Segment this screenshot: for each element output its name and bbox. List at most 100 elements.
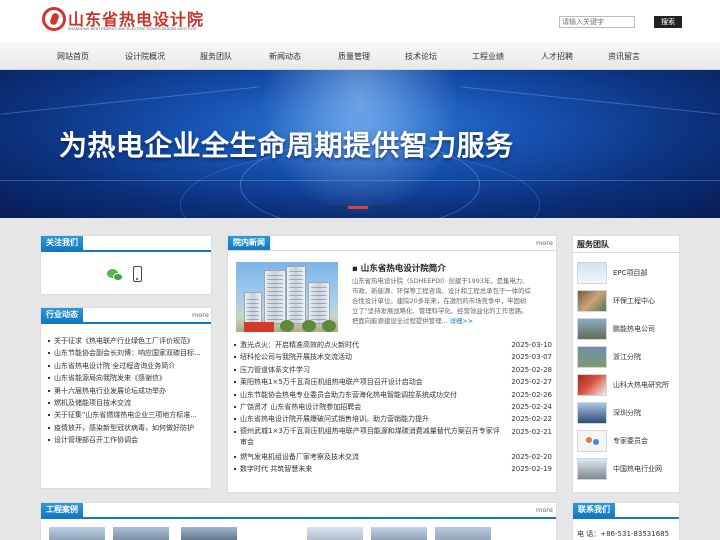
search-input[interactable] bbox=[559, 16, 635, 28]
list-item[interactable]: 关于征求《热电联产行业绿色工厂评价规范》 bbox=[48, 335, 208, 347]
institute-building-photo[interactable] bbox=[236, 262, 338, 332]
nav-home[interactable]: 网站首页 bbox=[57, 51, 89, 62]
table-row[interactable]: 纽科伦公司与我院开展技术交流活动 2025-03-07 bbox=[234, 351, 552, 363]
list-item[interactable]: 山东节能协会副会长刘博：响应国家双碳目标... bbox=[48, 347, 208, 359]
list-item[interactable]: 疫情放开，感染新型冠状病毒，如何做好防护 bbox=[48, 422, 208, 434]
news-item-date: 2025-02-28 bbox=[511, 365, 552, 374]
industry-more-link[interactable]: more bbox=[192, 311, 209, 319]
table-row[interactable]: 压力管道体系文件学习 2025-02-28 bbox=[234, 364, 552, 376]
intro-detail-link[interactable]: 详细>> bbox=[450, 317, 474, 325]
nav-forum[interactable]: 技术论坛 bbox=[405, 51, 437, 62]
person-icon bbox=[586, 437, 592, 443]
news-item-title: 燃气发电机组设备厂家考察及技术交流 bbox=[240, 452, 359, 461]
service-item-zhejiang[interactable]: 浙江分院 bbox=[577, 346, 681, 368]
news-item-date: 2025-02-20 bbox=[511, 452, 552, 461]
intro-title-text: 山东省热电设计院简介 bbox=[360, 264, 446, 274]
main-nav: 网站首页 设计院概况 服务团队 新闻动态 质量管理 技术论坛 工程业绩 人才招聘… bbox=[0, 42, 720, 70]
table-row[interactable]: 山东节能协会热电专业委员会助力东营海化热电智能调控系统成功交付 2025-02-2… bbox=[234, 389, 552, 401]
service-label: 专家委员会 bbox=[613, 437, 648, 445]
photo-building bbox=[308, 282, 330, 324]
list-item[interactable]: 山东省热电设计院 全过程咨询业务简介 bbox=[48, 360, 208, 372]
news-item-date: 2025-03-10 bbox=[511, 341, 552, 349]
news-more-link[interactable]: more bbox=[536, 239, 553, 247]
contact-title: 联系我们 bbox=[573, 503, 615, 517]
shenzhen-thumbnail bbox=[577, 402, 607, 424]
cases-title: 工程案例 bbox=[41, 503, 83, 517]
banner-dot[interactable] bbox=[392, 206, 412, 209]
table-row[interactable]: 激光点火：开启精准高效的点火新时代 2025-03-10 bbox=[234, 339, 552, 351]
list-item[interactable]: 山东省能源局向我院发来《感谢信》 bbox=[48, 372, 208, 384]
case-thumbnail[interactable] bbox=[181, 527, 237, 540]
intro-title[interactable]: ▪ 山东省热电设计院简介 bbox=[352, 262, 446, 274]
logo-flame-icon bbox=[42, 7, 66, 31]
list-item[interactable]: 关于征集"山东省燃煤热电企业三项地方标准... bbox=[48, 409, 208, 421]
epc-thumbnail bbox=[577, 262, 607, 284]
nav-overview[interactable]: 设计院概况 bbox=[125, 51, 165, 62]
environmental-thumbnail bbox=[577, 290, 607, 312]
service-item-experts[interactable]: 专家委员会 bbox=[577, 430, 681, 452]
news-item-title: 广饶贤才 山东省热电设计院参加招聘会 bbox=[240, 402, 362, 411]
panel-rule bbox=[41, 322, 211, 324]
nav-projects[interactable]: 工程业绩 bbox=[472, 51, 504, 62]
person-icon bbox=[593, 439, 599, 445]
service-label: 深圳分院 bbox=[613, 409, 641, 417]
phone-number: +86-531-83531685 bbox=[600, 530, 670, 538]
nav-service-team[interactable]: 服务团队 bbox=[200, 51, 232, 62]
service-item-pengneng[interactable]: 鹏能热电公司 bbox=[577, 318, 681, 340]
service-item-epc[interactable]: EPC项目部 bbox=[577, 262, 681, 284]
banner-light-line bbox=[460, 86, 720, 115]
news-item-title: 山东节能协会热电专业委员会助力东营海化热电智能调控系统成功交付 bbox=[240, 390, 457, 399]
news-title: 院内新闻 bbox=[228, 236, 270, 250]
banner-dot[interactable] bbox=[326, 206, 346, 209]
site-header: 山东省热电设计院 SHANDONG HEAT ENERGY AND ELECTR… bbox=[0, 0, 720, 42]
banner-dot[interactable] bbox=[370, 206, 390, 209]
service-item-environmental[interactable]: 环保工程中心 bbox=[577, 290, 681, 312]
nav-news[interactable]: 新闻动态 bbox=[269, 51, 301, 62]
case-thumbnail[interactable] bbox=[307, 527, 363, 540]
list-item[interactable]: 第十六届热电行业发展论坛成功举办 bbox=[48, 385, 208, 397]
table-row[interactable]: 数字时代 共筑智慧未来 2025-02-19 bbox=[234, 463, 552, 475]
nav-quality[interactable]: 质量管理 bbox=[338, 51, 370, 62]
phone-label: 电 话： bbox=[577, 530, 601, 538]
table-row[interactable]: 山东省热电设计院开展爆破问式销售培训。助力营销能力提升 2025-02-22 bbox=[234, 413, 552, 425]
photo-building bbox=[244, 292, 262, 324]
internal-news-panel: 院内新闻 more ▪ 山东省热电设计院简介 山东省热电设计院（SDHEEPDI… bbox=[227, 235, 557, 493]
panel-rule bbox=[228, 250, 556, 251]
photo-tree bbox=[322, 320, 336, 332]
photo-tree bbox=[302, 320, 316, 332]
panel-rule bbox=[41, 517, 556, 519]
pengneng-thumbnail bbox=[577, 318, 607, 340]
case-thumbnail[interactable] bbox=[371, 527, 427, 540]
table-row[interactable]: 燃气发电机组设备厂家考察及技术交流 2025-02-20 bbox=[234, 451, 552, 463]
news-item-title: 数字时代 共筑智慧未来 bbox=[240, 464, 313, 473]
mobile-phone-icon[interactable] bbox=[133, 266, 142, 282]
follow-title: 关注我们 bbox=[41, 236, 83, 250]
service-label: EPC项目部 bbox=[613, 269, 648, 277]
panel-rule bbox=[573, 252, 679, 253]
news-list: 激光点火：开启精准高效的点火新时代 2025-03-10 纽科伦公司与我院开展技术… bbox=[234, 339, 552, 475]
case-thumbnail[interactable] bbox=[113, 527, 169, 540]
service-item-industry-net[interactable]: 中国热电行业网 bbox=[577, 458, 681, 480]
panel-rule bbox=[41, 250, 211, 252]
cases-more-link[interactable]: more bbox=[536, 506, 553, 514]
service-team-panel: 服务团队 EPC项目部 环保工程中心 鹏能热电公司 浙江分院 山科大热电研究所 … bbox=[572, 235, 680, 493]
services-title: 服务团队 bbox=[577, 240, 609, 249]
search-button[interactable]: 搜索 bbox=[654, 16, 682, 28]
service-item-shenzhen[interactable]: 深圳分院 bbox=[577, 402, 681, 424]
industry-list: 关于征求《热电联产行业绿色工厂评价规范》 山东节能协会副会长刘博：响应国家双碳目… bbox=[48, 335, 208, 447]
table-row[interactable]: 德州武城1×3万千瓦背压机组热电联产项目能源和煤碳消费减量替代方案召开专家评审会… bbox=[234, 426, 552, 451]
table-row[interactable]: 广饶贤才 山东省热电设计院参加招聘会 2025-02-24 bbox=[234, 401, 552, 413]
wechat-icon[interactable] bbox=[107, 268, 123, 282]
contact-panel: 联系我们 电 话：+86-531-83531685 bbox=[572, 502, 680, 540]
case-thumbnail[interactable] bbox=[435, 527, 491, 540]
banner-dot-active[interactable] bbox=[348, 206, 368, 209]
list-item[interactable]: 设计管理部召开工作协调会 bbox=[48, 434, 208, 446]
service-item-research[interactable]: 山科大热电研究所 bbox=[577, 374, 681, 396]
site-logo[interactable]: 山东省热电设计院 SHANDONG HEAT ENERGY AND ELECTR… bbox=[42, 6, 212, 36]
nav-messages[interactable]: 资讯留言 bbox=[608, 51, 640, 62]
news-item-date: 2025-03-07 bbox=[511, 353, 552, 362]
table-row[interactable]: 莱阳热电1×5万千瓦背压机组热电联产项目召开设计启动会 2025-02-27 bbox=[234, 376, 552, 388]
case-thumbnail[interactable] bbox=[49, 527, 105, 540]
nav-careers[interactable]: 人才招聘 bbox=[541, 51, 573, 62]
list-item[interactable]: 燃机及储能项目技术交流 bbox=[48, 397, 208, 409]
